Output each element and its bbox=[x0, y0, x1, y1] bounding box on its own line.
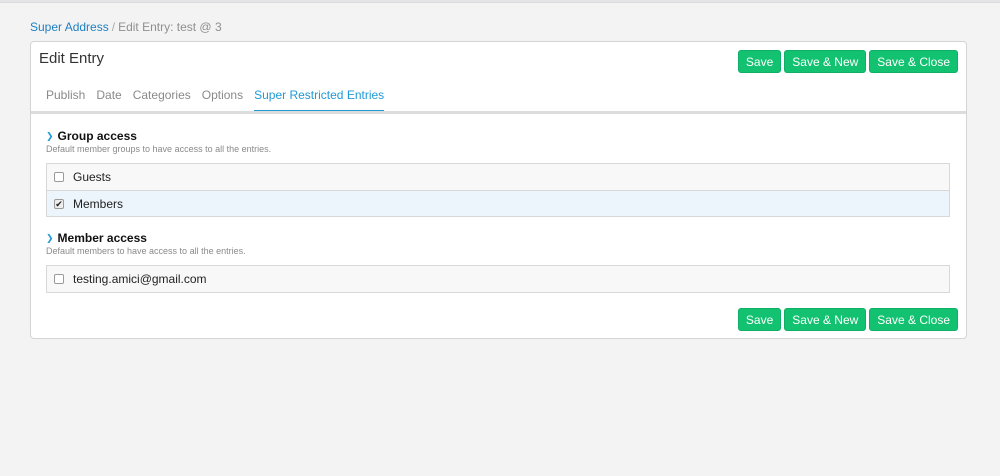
group-access-description: Default member groups to have access to … bbox=[46, 144, 272, 154]
save-new-button[interactable]: Save & New bbox=[784, 50, 867, 73]
save-new-button[interactable]: Save & New bbox=[784, 308, 867, 331]
member-access-description: Default members to have access to all th… bbox=[46, 246, 246, 256]
save-button[interactable]: Save bbox=[737, 50, 782, 73]
top-bar bbox=[0, 0, 1000, 3]
members-label: Members bbox=[73, 196, 124, 211]
members-checkbox[interactable]: ✔ bbox=[54, 198, 64, 209]
list-item-members[interactable]: ✔ Members bbox=[47, 190, 949, 216]
breadcrumb-separator: / bbox=[111, 20, 116, 34]
list-item-guests[interactable]: Guests bbox=[47, 164, 949, 190]
group-access-heading[interactable]: ❯ Group access bbox=[46, 129, 137, 143]
group-access-title: Group access bbox=[57, 129, 137, 143]
save-close-button[interactable]: Save & Close bbox=[869, 308, 958, 331]
breadcrumb-current: Edit Entry: test @ 3 bbox=[118, 20, 222, 34]
breadcrumb-link-super-address[interactable]: Super Address bbox=[30, 20, 109, 34]
top-button-group: Save Save & New Save & Close bbox=[737, 50, 958, 73]
group-access-list: Guests ✔ Members bbox=[46, 163, 950, 217]
member-email-label: testing.amici@gmail.com bbox=[73, 272, 207, 286]
member-access-list: testing.amici@gmail.com bbox=[46, 265, 950, 293]
bottom-button-group: Save Save & New Save & Close bbox=[737, 308, 958, 331]
tab-publish[interactable]: Publish bbox=[46, 88, 85, 112]
save-close-button[interactable]: Save & Close bbox=[869, 50, 958, 73]
tab-categories[interactable]: Categories bbox=[133, 88, 191, 112]
page-title: Edit Entry bbox=[39, 50, 105, 67]
tab-bar: Publish Date Categories Options Super Re… bbox=[46, 88, 385, 112]
guests-label: Guests bbox=[73, 170, 112, 184]
tab-super-restricted-entries[interactable]: Super Restricted Entries bbox=[254, 88, 385, 112]
member-access-title: Member access bbox=[57, 231, 147, 245]
guests-checkbox[interactable] bbox=[54, 172, 64, 182]
breadcrumb: Super Address / Edit Entry: test @ 3 bbox=[30, 19, 222, 35]
tab-date[interactable]: Date bbox=[96, 88, 121, 112]
member-email-checkbox[interactable] bbox=[54, 274, 64, 284]
member-access-heading[interactable]: ❯ Member access bbox=[46, 231, 147, 245]
save-button[interactable]: Save bbox=[737, 308, 782, 331]
tab-options[interactable]: Options bbox=[202, 88, 243, 112]
chevron-down-icon: ❯ bbox=[46, 233, 54, 243]
list-item-member-email[interactable]: testing.amici@gmail.com bbox=[47, 266, 949, 292]
edit-entry-panel: Edit Entry Save Save & New Save & Close … bbox=[30, 41, 967, 339]
chevron-down-icon: ❯ bbox=[46, 131, 54, 141]
tab-divider bbox=[31, 111, 966, 114]
